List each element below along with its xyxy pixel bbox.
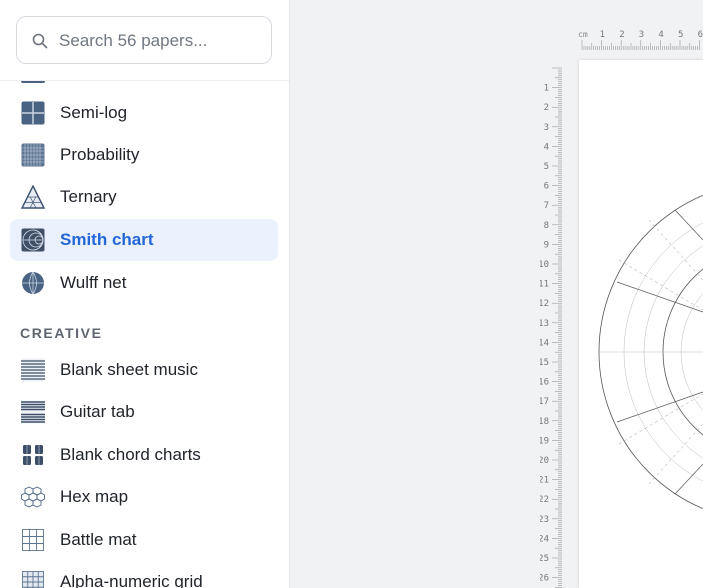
chord-chart-icon (23, 445, 43, 465)
ruler-label: 18 (540, 417, 549, 427)
ruler-unit-label: cm (578, 30, 588, 39)
ruler-label: 26 (540, 574, 549, 584)
ruler-label: 6 (544, 182, 549, 192)
ruler-label: 22 (540, 495, 549, 505)
section-heading-creative: CREATIVE (20, 325, 103, 341)
sidebar-item-blank-chord-charts[interactable]: Blank chord charts (10, 434, 278, 476)
ruler-label: 15 (540, 358, 549, 368)
ternary-triangle-icon (21, 185, 45, 209)
search-input[interactable] (59, 29, 259, 53)
sidebar-item-label: Blank sheet music (60, 360, 198, 379)
guitar-tab-icon (21, 400, 45, 424)
ruler-label: 24 (540, 534, 549, 544)
ruler-label: 12 (540, 299, 549, 309)
ruler-label: 6 (698, 30, 703, 40)
sidebar-item-probability[interactable]: Probability (10, 134, 278, 176)
battle-mat-grid-icon (22, 529, 44, 551)
semi-log-grid-icon (21, 101, 45, 125)
staff-lines-icon (21, 358, 45, 382)
horizontal-ruler: cm 1 2 3 4 5 6 (578, 30, 703, 50)
sidebar-item-label: Semi-log (60, 103, 128, 122)
sidebar: Semi-log Probability Ternary Smith chart… (0, 0, 290, 588)
sidebar-item-smith-chart[interactable]: Smith chart (10, 219, 278, 261)
ruler-label: 23 (540, 515, 549, 525)
ruler-label: 10 (540, 260, 549, 270)
ruler-label: 13 (540, 319, 549, 329)
sidebar-item-label: Alpha-numeric grid (60, 572, 203, 588)
sidebar-item-blank-sheet-music[interactable]: Blank sheet music (10, 349, 278, 391)
hex-map-icon (21, 486, 45, 508)
preview-area: cm 123456 1 2 3 4 5 6 7 8 9 10 11 12 13 14 15 16 17 18 19 2… (290, 0, 703, 588)
ruler-label: 16 (540, 378, 549, 388)
ruler-label: 4 (544, 142, 549, 152)
sidebar-item-semi-log[interactable]: Semi-log (10, 92, 278, 134)
ruler-label: 7 (544, 201, 549, 211)
sidebar-item-label: Probability (60, 145, 140, 164)
smith-chart-icon (21, 228, 45, 252)
ruler-label: 11 (540, 280, 549, 290)
probability-grid-icon (21, 143, 45, 167)
search-bar (0, 0, 289, 81)
paper-preview (579, 60, 703, 588)
search-icon (32, 33, 48, 49)
search-box[interactable] (16, 16, 272, 64)
ruler-label: 3 (544, 123, 549, 133)
alpha-numeric-grid-icon (22, 571, 44, 588)
sidebar-item-label: Wulff net (60, 273, 127, 292)
ruler-label: 1 (544, 84, 549, 94)
ruler-label: 25 (540, 554, 549, 564)
ruler-label: 2 (619, 30, 624, 40)
sidebar-item-label: Smith chart (60, 230, 154, 249)
ruler-label: 17 (540, 397, 549, 407)
sidebar-item-label: Battle mat (60, 530, 137, 549)
ruler-label: 20 (540, 456, 549, 466)
ruler-label: 2 (544, 103, 549, 113)
vertical-ruler: 1234567891011121314151617181920212223242… (540, 67, 562, 588)
ruler-label: 21 (540, 476, 549, 486)
sidebar-item-label: Guitar tab (60, 402, 135, 421)
ruler-label: 19 (540, 436, 549, 446)
ruler-label: 3 (639, 30, 644, 40)
sidebar-item-battle-mat[interactable]: Battle mat (10, 519, 278, 561)
ruler-label: 9 (544, 240, 549, 250)
sidebar-item-alpha-numeric-grid[interactable]: Alpha-numeric grid (10, 561, 278, 588)
sidebar-item-guitar-tab[interactable]: Guitar tab (10, 391, 278, 433)
wulff-net-icon (22, 271, 44, 295)
ruler-label: 5 (544, 162, 549, 172)
sidebar-item-hex-map[interactable]: Hex map (10, 476, 278, 518)
ruler-label: 8 (544, 221, 549, 231)
ruler-label: 14 (540, 338, 549, 348)
ruler-label: 4 (658, 30, 663, 40)
ruler-label: 1 (600, 30, 605, 40)
smith-chart-preview (598, 194, 703, 510)
sidebar-item-label: Blank chord charts (60, 445, 201, 464)
ruler-label: 5 (678, 30, 683, 40)
sidebar-item-label: Ternary (60, 187, 117, 206)
sidebar-item-ternary[interactable]: Ternary (10, 176, 278, 218)
sidebar-item-label: Hex map (60, 487, 129, 506)
sidebar-item-wulff-net[interactable]: Wulff net (10, 262, 278, 304)
